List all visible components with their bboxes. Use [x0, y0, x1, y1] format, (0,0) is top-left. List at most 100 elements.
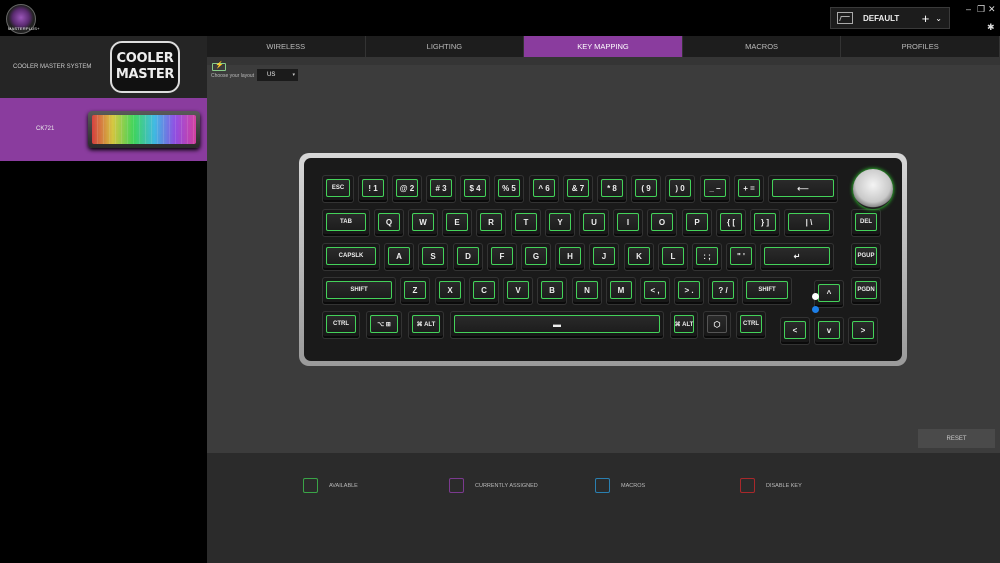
key-y[interactable]: Y: [545, 209, 575, 237]
reset-button[interactable]: RESET: [918, 429, 995, 448]
key-b[interactable]: B: [537, 277, 567, 305]
key-cmd-alt-right[interactable]: ⌘ ALT: [670, 311, 698, 339]
key-9[interactable]: ( 9: [631, 175, 661, 203]
key-comma[interactable]: < ,: [640, 277, 670, 305]
key-ctrl-right[interactable]: CTRL: [736, 311, 766, 339]
key-u[interactable]: U: [579, 209, 609, 237]
key-cmd-alt-left[interactable]: ⌘ ALT: [408, 311, 444, 339]
key-w[interactable]: W: [408, 209, 438, 237]
logo-text: MASTERPLUS+: [8, 26, 40, 31]
tab-macros[interactable]: MACROS: [683, 36, 842, 57]
system-row[interactable]: COOLER MASTER SYSTEM COOLER MASTER: [0, 36, 207, 98]
key-s[interactable]: S: [418, 243, 448, 271]
key-enter[interactable]: ↵: [760, 243, 834, 271]
key-l[interactable]: L: [658, 243, 688, 271]
key-c[interactable]: C: [469, 277, 499, 305]
key-label: { [: [720, 213, 742, 231]
key-period[interactable]: > .: [674, 277, 704, 305]
key-o[interactable]: O: [647, 209, 677, 237]
key-minus[interactable]: _ –: [700, 175, 730, 203]
key-8[interactable]: * 8: [597, 175, 627, 203]
key-arrow-left[interactable]: <: [780, 317, 810, 345]
key-page-up[interactable]: PGUP: [851, 243, 881, 271]
tab-wireless[interactable]: WIRELESS: [207, 36, 366, 57]
key-x[interactable]: X: [435, 277, 465, 305]
key-q[interactable]: Q: [374, 209, 404, 237]
key-d[interactable]: D: [453, 243, 483, 271]
key-2[interactable]: @ 2: [392, 175, 422, 203]
key-equal[interactable]: + =: [734, 175, 764, 203]
key-v[interactable]: V: [503, 277, 533, 305]
restore-icon[interactable]: ❐: [977, 4, 985, 15]
key-label: I: [617, 213, 639, 231]
key-4[interactable]: $ 4: [460, 175, 490, 203]
key-label: W: [412, 213, 434, 231]
key-j[interactable]: J: [589, 243, 619, 271]
close-icon[interactable]: ✕: [988, 4, 996, 15]
key-k[interactable]: K: [624, 243, 654, 271]
key-space[interactable]: ▬: [450, 311, 664, 339]
chevron-down-icon[interactable]: ⌄: [935, 14, 942, 23]
key-h[interactable]: H: [555, 243, 585, 271]
key-p[interactable]: P: [682, 209, 712, 237]
key-e[interactable]: E: [442, 209, 472, 237]
legend-swatch: [449, 478, 464, 493]
key-f[interactable]: F: [487, 243, 517, 271]
tab-key-mapping[interactable]: KEY MAPPING: [524, 36, 683, 57]
tab-lighting[interactable]: LIGHTING: [366, 36, 525, 57]
key-delete[interactable]: DEL: [851, 209, 881, 237]
key-esc[interactable]: ESC: [322, 175, 354, 203]
key-label: B: [541, 281, 563, 299]
legend-disable-key: DISABLE KEY: [740, 478, 802, 493]
layout-select[interactable]: US ▾: [257, 69, 298, 81]
key-1[interactable]: ! 1: [358, 175, 388, 203]
tab-profiles[interactable]: PROFILES: [841, 36, 1000, 57]
key-capslock[interactable]: CAPSLK: [322, 243, 380, 271]
key-page-down[interactable]: PGDN: [851, 277, 881, 305]
key-label: * 8: [601, 179, 623, 197]
key-label: Y: [549, 213, 571, 231]
key-m[interactable]: M: [606, 277, 636, 305]
key-cooler-master-fn[interactable]: ⬡: [703, 311, 731, 339]
device-item-ck721[interactable]: CK721: [0, 98, 207, 161]
key-option-win[interactable]: ⌥ ⊞: [366, 311, 402, 339]
key-5[interactable]: % 5: [494, 175, 524, 203]
key-tab[interactable]: TAB: [322, 209, 370, 237]
key-6[interactable]: ^ 6: [529, 175, 559, 203]
key-3[interactable]: # 3: [426, 175, 456, 203]
key-z[interactable]: Z: [400, 277, 430, 305]
key-label: : ;: [696, 247, 718, 265]
key-quote[interactable]: " ': [726, 243, 756, 271]
key-label: P: [686, 213, 708, 231]
legend-available: AVAILABLE: [303, 478, 358, 493]
key-a[interactable]: A: [384, 243, 414, 271]
legend-label: CURRENTLY ASSIGNED: [475, 482, 538, 489]
volume-knob[interactable]: [853, 169, 893, 209]
key-label: N: [576, 281, 598, 299]
key-slash[interactable]: ? /: [708, 277, 738, 305]
key-backslash[interactable]: | \: [784, 209, 834, 237]
profile-selector[interactable]: DEFAULT + ⌄: [830, 7, 950, 29]
key-bracket-left[interactable]: { [: [716, 209, 746, 237]
key-ctrl-left[interactable]: CTRL: [322, 311, 360, 339]
key-arrow-down[interactable]: v: [814, 317, 844, 345]
settings-icon[interactable]: ✱: [987, 22, 995, 33]
key-bracket-right[interactable]: } ]: [750, 209, 780, 237]
key-i[interactable]: I: [613, 209, 643, 237]
key-backspace[interactable]: ⟵: [768, 175, 838, 203]
key-label: $ 4: [464, 179, 486, 197]
key-arrow-right[interactable]: >: [848, 317, 878, 345]
key-g[interactable]: G: [521, 243, 551, 271]
key-r[interactable]: R: [476, 209, 506, 237]
add-profile-icon[interactable]: +: [922, 11, 930, 26]
key-label: DEL: [855, 213, 877, 231]
key-n[interactable]: N: [572, 277, 602, 305]
status-led-white: [812, 293, 819, 300]
key-shift-right[interactable]: SHIFT: [742, 277, 792, 305]
key-0[interactable]: ) 0: [665, 175, 695, 203]
key-7[interactable]: & 7: [563, 175, 593, 203]
key-t[interactable]: T: [511, 209, 541, 237]
minimize-icon[interactable]: –: [966, 4, 971, 14]
key-shift-left[interactable]: SHIFT: [322, 277, 396, 305]
key-semicolon[interactable]: : ;: [692, 243, 722, 271]
